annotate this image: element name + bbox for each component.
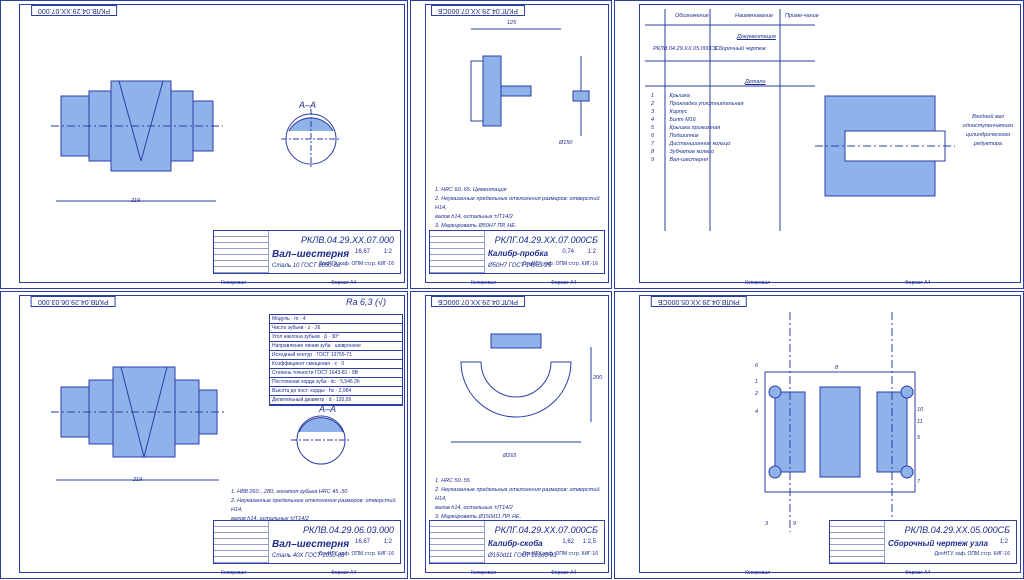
sheet-3-specification: Обозначение Наименование Приме-чание Док… [614, 0, 1024, 289]
doc-code: РКЛВ.04.29.XX.05.000СБ [904, 525, 1010, 535]
callout-7: 7 [917, 479, 921, 485]
scale: 1:2 [383, 249, 392, 255]
dim-265: Ø265 [503, 453, 517, 459]
doc-name: Вал–шестерня [272, 249, 350, 260]
length-dimension: 219 [131, 198, 141, 204]
doc-code: РКЛВ.04.29.06.03.000 [302, 525, 394, 535]
technical-notes: 1. HRC 60..65. Цементация 2. Неуказанные… [435, 187, 600, 229]
sheet-6-assembly: РКЛВ.04.29.XX.05.000СБ 1 2 3 4 5 6 7 8 9… [614, 291, 1024, 579]
dim-150: Ø150 [559, 140, 573, 146]
footer-left: Копировал [221, 570, 247, 576]
callout-8: 8 [835, 365, 839, 371]
footer-left: Копировал [221, 280, 247, 286]
dim-200: 200 [593, 375, 603, 381]
mass: 16,67 [354, 249, 370, 255]
sheet-2-kalibr-probka: РКЛГ.04.29.XX.07.000СБ 125 Ø150 1. HRC 6… [410, 0, 612, 289]
footer-right: Формат А4 [331, 280, 357, 286]
footer-right: Формат А4 [551, 280, 577, 286]
footer-right: Формат А4 [905, 570, 931, 576]
sheet-5-kalibr-skoba: РКЛГ.04.29.XX.07.000СБ Ø265 200 1. HRC 5… [410, 291, 612, 579]
title-block: РКЛВ.04.29.XX.07.000 Вал–шестерня Сталь … [213, 230, 401, 274]
organization: ДонНТУ, каф. ОПМ ст.гр. КИГ-16 [318, 261, 394, 267]
technical-notes: 1. НВ8 260…280, зонатоп зубьев HRC 45..5… [231, 489, 396, 522]
doc-name: Вал–шестерня [272, 539, 350, 550]
section-label: А–А [299, 100, 317, 110]
doc-name: Калибр-скоба [488, 539, 543, 548]
callout-2: 2 [755, 391, 759, 397]
callout-10: 10 [917, 407, 924, 413]
mass: 0,74 [562, 249, 574, 255]
callout-3: 3 [765, 521, 769, 527]
sheet-1-val-shesternya: РКЛВ.04.29.XX.07.000 А–А 219 РКЛВ.04.29.… [0, 0, 408, 289]
scale: 1:2,5 [582, 539, 596, 545]
mass: 1,62 [562, 539, 574, 545]
doc-code: РКЛГ.04.29.XX.07.000СБ [494, 235, 598, 245]
callout-11: 11 [917, 419, 923, 425]
callout-6: 6 [755, 363, 759, 369]
scale: 1:2 [587, 249, 596, 255]
mass: 16,67 [354, 539, 370, 545]
assembly-caption: Входной вал одноступенчатого цилиндричес… [962, 114, 1014, 147]
footer-left: Копировал [471, 570, 497, 576]
footer-right: Формат А4 [905, 280, 931, 286]
footer-right: Формат А4 [551, 570, 577, 576]
footer-right: Формат А4 [331, 570, 357, 576]
organization: ДонНТУ, каф. ОПМ ст.гр. КИГ-16 [522, 551, 598, 557]
length-dimension: 219 [133, 477, 143, 483]
title-block: РКЛВ.04.29.06.03.000 Вал–шестерня Сталь … [213, 520, 401, 564]
sheet-4-val-shesternya: РКЛВ.04.29.06.03.000 Ra 6,3 (√) Модуль ·… [0, 291, 408, 579]
footer-left: Копировал [745, 280, 771, 286]
title-block: РКЛГ.04.29.XX.07.000СБ Калибр-скоба Ø150… [429, 520, 605, 564]
doc-name: Калибр-пробка [488, 249, 549, 258]
callout-5: 5 [917, 435, 921, 441]
scale: 1:2 [383, 539, 392, 545]
scale: 1:2 [999, 539, 1008, 545]
doc-name: Сборочный чертеж узла [888, 539, 988, 548]
callout-9: 9 [793, 521, 797, 527]
organization: ДонНТУ, каф. ОПМ ст.гр. КИГ-16 [934, 551, 1010, 557]
callout-1: 1 [755, 379, 759, 385]
title-block: РКЛГ.04.29.XX.07.000СБ Калибр-пробка Ø50… [429, 230, 605, 274]
doc-code: РКЛГ.04.29.XX.07.000СБ [494, 525, 598, 535]
title-block: РКЛВ.04.29.XX.05.000СБ Сборочный чертеж … [829, 520, 1017, 564]
organization: ДонНТУ, каф. ОПМ ст.гр. КИГ-16 [522, 261, 598, 267]
section-label: А–А [319, 404, 337, 414]
footer-left: Копировал [745, 570, 771, 576]
dim-125: 125 [507, 20, 517, 26]
organization: ДонНТУ, каф. ОПМ ст.гр. КИГ-16 [318, 551, 394, 557]
footer-left: Копировал [471, 280, 497, 286]
doc-code: РКЛВ.04.29.XX.07.000 [300, 235, 394, 245]
technical-notes: 1. HRC 50..55 2. Неуказанные предельные … [435, 478, 600, 520]
callout-4: 4 [755, 409, 759, 415]
